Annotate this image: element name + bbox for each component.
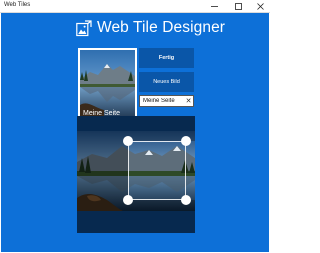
app-canvas: Web Tile Designer Meine Seite Fertig Neu… <box>1 13 269 252</box>
maximize-icon <box>234 2 242 10</box>
minimize-button[interactable] <box>206 0 222 12</box>
tile-preview-image <box>80 50 135 119</box>
tile-name-field[interactable]: ✕ <box>139 95 194 107</box>
crop-handle-top-left[interactable] <box>123 136 133 146</box>
crop-handle-bottom-left[interactable] <box>123 195 133 205</box>
maximize-button[interactable] <box>230 0 246 12</box>
minimize-icon <box>210 5 218 7</box>
image-crop-editor[interactable] <box>77 116 195 233</box>
tile-preview[interactable]: Meine Seite <box>78 48 137 121</box>
app-header: Web Tile Designer <box>76 15 225 41</box>
done-button[interactable]: Fertig <box>139 48 194 68</box>
app-title: Web Tile Designer <box>97 19 226 36</box>
crop-frame[interactable] <box>128 141 186 200</box>
close-window-button[interactable] <box>252 0 268 12</box>
crop-handle-bottom-right[interactable] <box>181 195 191 205</box>
close-icon <box>256 2 264 10</box>
window-title: Web Tiles <box>4 2 31 8</box>
window-titlebar: Web Tiles <box>0 0 270 13</box>
tile-name-input[interactable] <box>140 96 184 106</box>
new-image-button[interactable]: Neues Bild <box>139 72 194 92</box>
clear-text-icon[interactable]: ✕ <box>184 96 193 106</box>
crop-handle-top-right[interactable] <box>181 136 191 146</box>
tile-designer-logo-icon <box>76 19 92 36</box>
